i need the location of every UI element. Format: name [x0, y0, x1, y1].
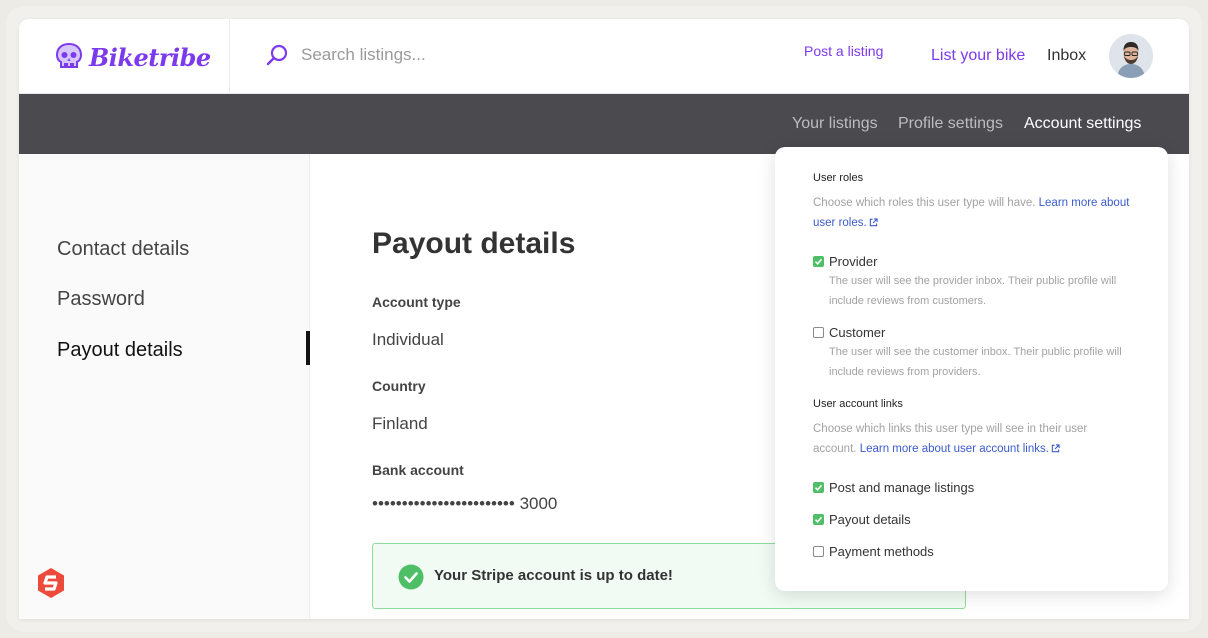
tab-account-settings[interactable]: Account settings — [1024, 115, 1141, 133]
user-account-links-description: Choose which links this user type will s… — [813, 419, 1133, 459]
account-subnav: Your listings Profile settings Account s… — [19, 94, 1189, 154]
sidebar-item-contact-details[interactable]: Contact details — [57, 238, 189, 261]
stripe-status-text: Your Stripe account is up to date! — [434, 567, 673, 584]
post-listing-link[interactable]: Post a listing — [804, 43, 883, 59]
external-link-icon — [869, 218, 878, 227]
account-type-label: Account type — [372, 294, 461, 310]
skull-logo-icon — [55, 42, 83, 68]
payout-details-checkbox[interactable] — [813, 514, 824, 525]
post-manage-listings-checkbox[interactable] — [813, 482, 824, 493]
bank-account-label: Bank account — [372, 462, 464, 478]
sidebar-item-payout-details[interactable]: Payout details — [57, 339, 183, 362]
customer-label: Customer — [829, 325, 886, 340]
external-link-icon — [1051, 444, 1060, 453]
top-header: Biketribe Post a listing List your bike … — [19, 19, 1189, 94]
customer-description: The user will see the customer inbox. Th… — [829, 346, 1122, 378]
account-type-value: Individual — [372, 330, 444, 349]
checkmark-icon — [814, 258, 823, 265]
check-circle-icon — [398, 564, 424, 590]
user-roles-description: Choose which roles this user type will h… — [813, 193, 1133, 233]
sharetribe-logo-icon — [38, 568, 64, 598]
user-roles-heading: User roles — [813, 172, 864, 184]
country-value: Finland — [372, 414, 428, 433]
list-bike-link[interactable]: List your bike — [931, 47, 1025, 65]
provider-label: Provider — [829, 254, 878, 269]
user-account-links-learn-more-link[interactable]: Learn more about user account links. — [860, 443, 1060, 455]
payment-methods-checkbox[interactable] — [813, 546, 824, 557]
checkmark-icon — [814, 516, 823, 523]
user-type-settings-popup: User roles Choose which roles this user … — [775, 147, 1168, 591]
customer-checkbox[interactable] — [813, 327, 824, 338]
provider-option[interactable]: Provider — [813, 254, 877, 269]
tab-profile-settings[interactable]: Profile settings — [898, 115, 1003, 133]
user-roles-desc-text: Choose which roles this user type will h… — [813, 197, 1036, 209]
sidebar-item-password[interactable]: Password — [57, 288, 145, 311]
post-manage-listings-label: Post and manage listings — [829, 480, 975, 495]
search-icon — [266, 44, 288, 66]
page-title: Payout details — [372, 227, 576, 260]
provider-checkbox[interactable] — [813, 256, 824, 267]
bank-account-value: •••••••••••••••••••••••• 3000 — [372, 494, 558, 513]
user-avatar-icon — [1109, 34, 1153, 78]
country-label: Country — [372, 378, 426, 394]
payment-methods-label: Payment methods — [829, 544, 934, 559]
links-link-text: Learn more about user account links. — [859, 443, 1049, 455]
post-manage-listings-option[interactable]: Post and manage listings — [813, 480, 974, 495]
payout-details-option[interactable]: Payout details — [813, 512, 911, 527]
header-divider — [229, 19, 230, 94]
customer-option[interactable]: Customer — [813, 325, 885, 340]
brand[interactable]: Biketribe — [55, 39, 211, 75]
inbox-link[interactable]: Inbox — [1047, 47, 1086, 65]
payment-methods-option[interactable]: Payment methods — [813, 544, 934, 559]
user-account-links-heading: User account links — [813, 398, 903, 410]
avatar[interactable] — [1109, 34, 1153, 78]
settings-sidebar: Contact details Password Payout details — [19, 154, 310, 619]
brand-name: Biketribe — [89, 42, 211, 72]
payout-details-option-label: Payout details — [829, 512, 911, 527]
checkmark-icon — [814, 484, 823, 491]
search-input[interactable] — [301, 45, 561, 65]
search-bar — [265, 43, 561, 67]
tab-your-listings[interactable]: Your listings — [792, 115, 878, 133]
provider-description: The user will see the provider inbox. Th… — [829, 275, 1117, 307]
